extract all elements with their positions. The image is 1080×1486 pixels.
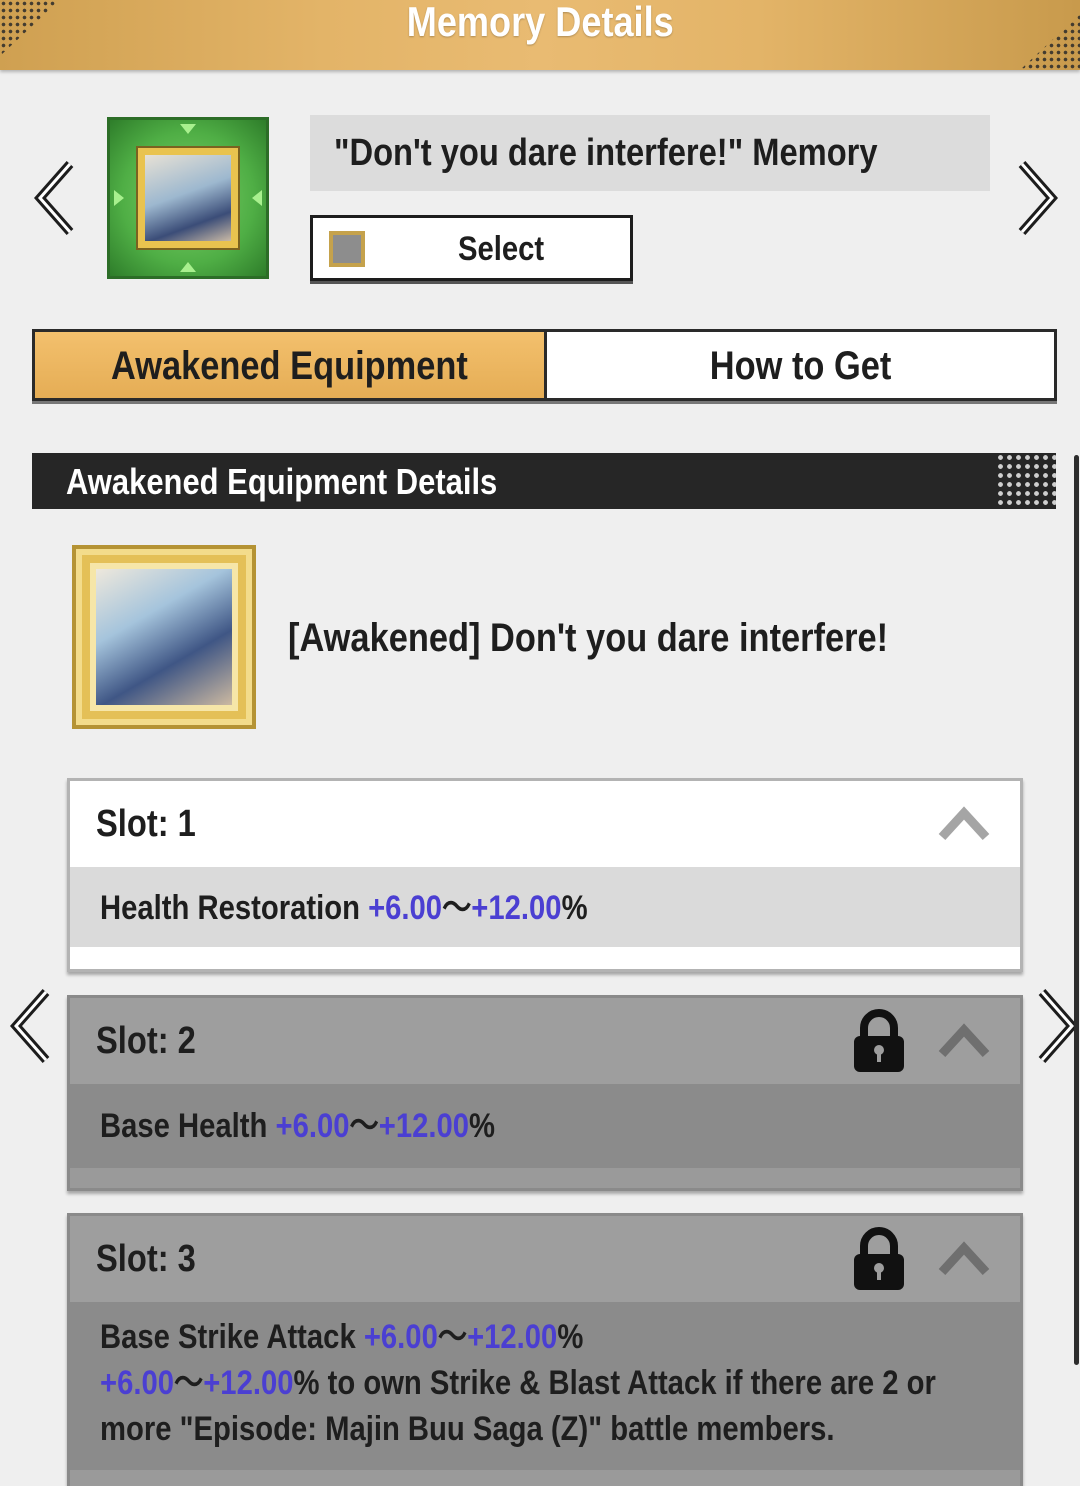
slot-title: Slot: 2	[96, 1020, 196, 1062]
chevron-left-icon	[33, 161, 74, 235]
effect-suffix: % to own Strike & Blast Attack if there …	[293, 1364, 936, 1402]
awakened-equipment-name: [Awakened] Don't you dare interfere!	[288, 616, 889, 660]
slot-effect: Health Restoration +6.00〜+12.00%	[70, 867, 1020, 947]
caret-up-icon[interactable]	[936, 1020, 992, 1060]
slot-card-3: Slot: 3 Base Strike Attack +6.00〜+12.00%…	[67, 1213, 1023, 1486]
chevron-right-icon	[1038, 989, 1079, 1063]
effect-max: +12.00	[203, 1364, 294, 1402]
effect-min: +6.00	[100, 1364, 174, 1402]
slot-header: Slot: 1	[70, 781, 1020, 867]
effect-suffix: %	[561, 889, 588, 927]
memory-image	[138, 148, 238, 248]
slot-effect: Base Strike Attack +6.00〜+12.00% +6.00〜+…	[70, 1302, 1020, 1470]
chevron-left-icon	[9, 989, 50, 1063]
effect-max: +12.00	[471, 889, 562, 927]
effect-max: +12.00	[378, 1107, 470, 1145]
memory-icon	[107, 117, 269, 279]
section-dots	[996, 453, 1056, 509]
select-button[interactable]: Select	[310, 215, 633, 281]
next-memory-button[interactable]	[1010, 158, 1060, 238]
effect-min: +6.00	[363, 1318, 438, 1356]
slot-title: Slot: 3	[96, 1238, 196, 1280]
prev-memory-button[interactable]	[32, 158, 82, 238]
effect-stat: Health Restoration	[100, 889, 360, 927]
effect-sep: 〜	[349, 1107, 379, 1145]
slot-title: Slot: 1	[96, 803, 196, 845]
slot-effect: Base Health +6.00〜+12.00%	[70, 1084, 1020, 1168]
lock-icon	[854, 1009, 904, 1072]
effect-suffix: %	[469, 1107, 496, 1145]
lock-icon	[854, 1227, 904, 1290]
slot-card-2: Slot: 2 Base Health +6.00〜+12.00%	[67, 995, 1023, 1191]
caret-up-icon[interactable]	[936, 803, 992, 843]
select-checkbox[interactable]	[329, 231, 365, 267]
section-header: Awakened Equipment Details	[32, 453, 1056, 509]
prev-slot-button[interactable]	[8, 986, 58, 1066]
effect-stat: Base Health	[100, 1107, 268, 1145]
caret-up-icon[interactable]	[936, 1238, 992, 1278]
effect-stat: Base Strike Attack	[100, 1318, 356, 1356]
awakened-equipment-image	[90, 563, 238, 711]
effect-max: +12.00	[467, 1318, 558, 1356]
scrollbar[interactable]	[1074, 455, 1079, 1365]
awakened-equipment-icon	[72, 545, 256, 729]
effect-sep: 〜	[442, 889, 472, 927]
effect-min: +6.00	[275, 1107, 350, 1145]
next-slot-button[interactable]	[1030, 986, 1080, 1066]
tab-awakened-equipment[interactable]: Awakened Equipment	[35, 332, 547, 398]
page-title: Memory Details	[406, 0, 674, 45]
header-bar: Memory Details	[0, 0, 1080, 70]
effect-text: more "Episode: Majin Buu Saga (Z)" battl…	[100, 1410, 835, 1448]
slot-header: Slot: 3	[70, 1216, 1020, 1302]
memory-name: "Don't you dare interfere!" Memory	[310, 115, 990, 191]
select-label: Select	[458, 230, 545, 268]
effect-min: +6.00	[368, 889, 443, 927]
effect-sep: 〜	[437, 1318, 468, 1356]
slot-header: Slot: 2	[70, 998, 1020, 1084]
chevron-right-icon	[1018, 161, 1059, 235]
effect-sep: 〜	[173, 1364, 204, 1402]
effect-suffix: %	[557, 1318, 584, 1356]
slot-card-1: Slot: 1 Health Restoration +6.00〜+12.00%	[67, 778, 1023, 972]
tab-bar: Awakened Equipment How to Get	[32, 329, 1057, 401]
tab-how-to-get[interactable]: How to Get	[547, 332, 1054, 398]
